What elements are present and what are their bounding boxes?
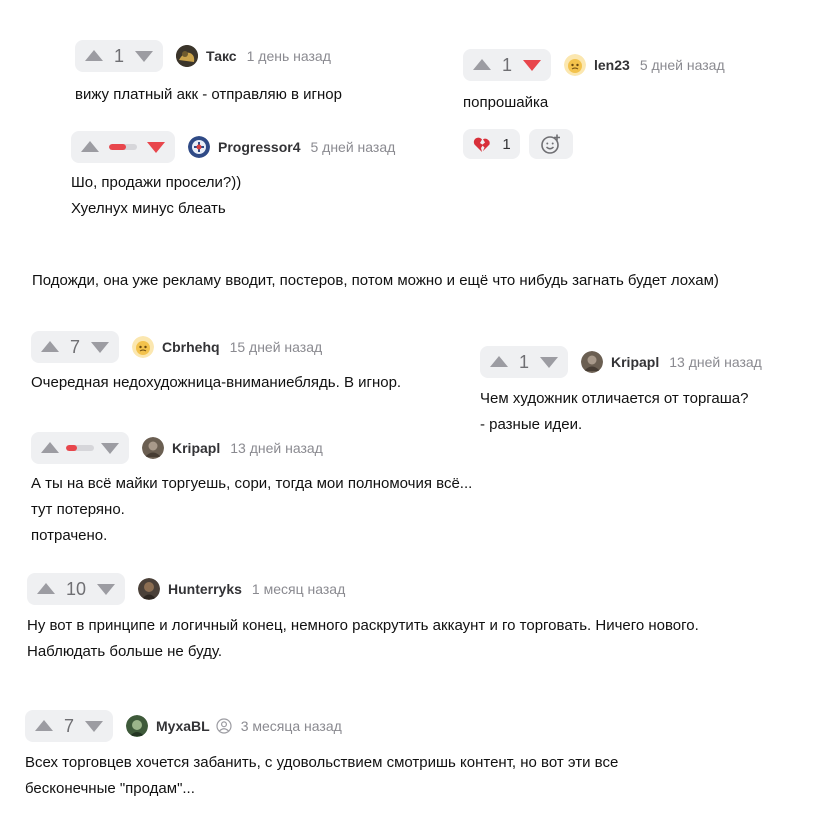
author-name[interactable]: Kripapl [611,354,659,370]
vote-count: 1 [518,352,529,372]
avatar[interactable] [138,578,160,600]
comment-line: Всех торговцев хочется забанить, с удово… [25,754,619,771]
downvote-icon[interactable] [100,438,120,458]
smiley-plus-icon [540,133,562,155]
author-name[interactable]: Cbrhehq [162,339,220,355]
comment-kripapl-right: 1 Kripapl 13 дней назад Чем художник отл… [480,346,762,438]
vote-control: 1 [75,40,163,72]
timestamp[interactable]: 1 месяц назад [252,581,345,597]
comment-line: Шо, продажи просели?)) [71,174,242,191]
avatar[interactable] [176,45,198,67]
broken-heart-icon [472,134,492,154]
comment-line: Наблюдать больше не буду. [27,643,223,660]
comment-text: Ну вот в принципе и логичный конец, немн… [27,613,699,665]
avatar[interactable] [581,351,603,373]
timestamp[interactable]: 3 месяца назад [241,718,342,734]
upvote-icon[interactable] [84,46,104,66]
vote-count: 10 [65,579,87,599]
author-name[interactable]: len23 [594,57,630,73]
vote-control: 10 [27,573,125,605]
timestamp[interactable]: 1 день назад [247,48,331,64]
downvote-icon[interactable] [146,137,166,157]
comment-line: Ну вот в принципе и логичный конец, немн… [27,617,699,634]
downvote-icon[interactable] [96,579,116,599]
comment-cbrhehq: 7 Cbrhehq 15 дней назад Очередная недоху… [31,331,401,396]
add-reaction-button[interactable] [529,129,573,159]
vote-count: 1 [501,55,512,75]
avatar[interactable] [564,54,586,76]
comment-hunterryks: 10 Hunterryks 1 месяц назад Ну вот в при… [27,573,699,665]
user-circle-icon[interactable] [216,718,232,734]
comment-standalone: Подожди, она уже рекламу вводит, постеро… [32,268,719,294]
rating-ratio-bar [66,445,94,451]
downvote-icon[interactable] [134,46,154,66]
avatar[interactable] [188,136,210,158]
avatar[interactable] [126,715,148,737]
comment-line: Очередная недохудожница-вниманиеблядь. В… [31,374,402,391]
comment-line: потрачено. [31,527,108,544]
author-name[interactable]: Hunterryks [168,581,242,597]
timestamp[interactable]: 13 дней назад [669,354,762,370]
upvote-icon[interactable] [36,579,56,599]
reaction-count: 1 [502,135,511,153]
comment-line: попрошайка [463,94,549,111]
vote-control: 7 [25,710,113,742]
comment-line: тут потеряно. [31,501,125,518]
vote-count: 7 [63,716,74,736]
comment-line: бесконечные "продам"... [25,780,195,797]
comment-text: Подожди, она уже рекламу вводит, постеро… [32,268,719,294]
comment-text: вижу платный акк - отправляю в игнор [75,82,342,108]
vote-count: 7 [69,337,80,357]
vote-control: 1 [463,49,551,81]
timestamp[interactable]: 15 дней назад [230,339,323,355]
comment-line: А ты на всё майки торгуешь, сори, тогда … [31,475,473,492]
comment-line: Хуелнух минус блеать [71,200,226,217]
rating-ratio-bar [109,144,137,150]
upvote-icon[interactable] [40,337,60,357]
comment-text: Очередная недохудожница-вниманиеблядь. В… [31,370,401,396]
comment-text: попрошайка [463,90,725,116]
vote-control: 1 [480,346,568,378]
comment-text: А ты на всё майки торгуешь, сори, тогда … [31,471,472,549]
timestamp[interactable]: 5 дней назад [310,139,395,155]
upvote-icon[interactable] [472,55,492,75]
author-name[interactable]: Kripapl [172,440,220,456]
comment-line: Подожди, она уже рекламу вводит, постеро… [32,272,719,289]
downvote-icon[interactable] [90,337,110,357]
vote-count: 1 [113,46,124,66]
upvote-icon[interactable] [489,352,509,372]
reactions-bar: 1 [463,129,725,159]
comment-muxabl: 7 MyxaBL 3 месяца назад Всех торговцев х… [25,710,618,802]
comment-line: вижу платный акк - отправляю в игнор [75,86,342,103]
avatar[interactable] [132,336,154,358]
author-name[interactable]: Progressor4 [218,139,300,155]
vote-control: 7 [31,331,119,363]
comment-kripapl-left: Kripapl 13 дней назад А ты на всё майки … [31,432,472,549]
comment-text: Всех торговцев хочется забанить, с удово… [25,750,618,802]
reaction-broken-heart[interactable]: 1 [463,129,520,159]
upvote-icon[interactable] [34,716,54,736]
comment-len23: 1 len23 5 дней назад попрошайка 1 [463,49,725,159]
upvote-icon[interactable] [40,438,60,458]
timestamp[interactable]: 13 дней назад [230,440,323,456]
timestamp[interactable]: 5 дней назад [640,57,725,73]
vote-control [31,432,129,464]
vote-control [71,131,175,163]
comment-line: Чем художник отличается от торгаша? [480,390,749,407]
downvote-icon[interactable] [84,716,104,736]
avatar[interactable] [142,437,164,459]
comment-takc: 1 Такс 1 день назад вижу платный акк - о… [75,40,342,108]
upvote-icon[interactable] [80,137,100,157]
author-name[interactable]: MyxaBL [156,718,210,734]
downvote-icon[interactable] [539,352,559,372]
author-name[interactable]: Такс [206,48,237,64]
downvote-icon[interactable] [522,55,542,75]
comment-progressor4: Progressor4 5 дней назад Шо, продажи про… [71,131,395,222]
comment-text: Шо, продажи просели?)) Хуелнух минус бле… [71,170,395,222]
comment-text: Чем художник отличается от торгаша? - ра… [480,386,762,438]
comment-line: - разные идеи. [480,416,583,433]
